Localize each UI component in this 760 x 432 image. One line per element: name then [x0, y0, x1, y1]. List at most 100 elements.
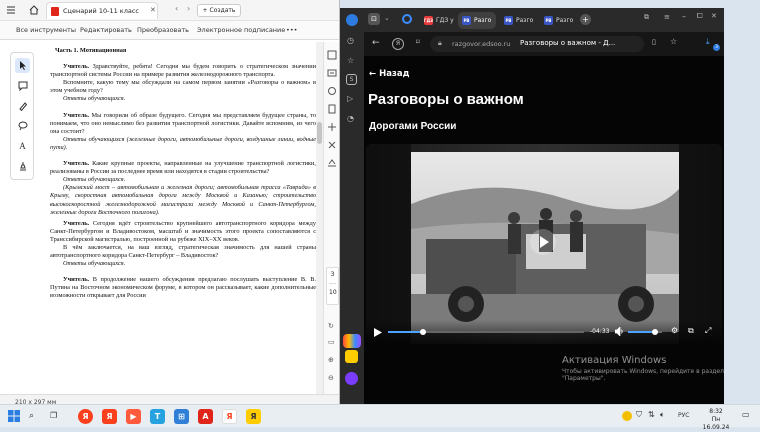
new-tab-button[interactable]: +	[580, 14, 591, 25]
lasso-draw-icon[interactable]	[15, 118, 30, 133]
menu-convert[interactable]: Преобразовать	[137, 26, 189, 34]
alice-icon[interactable]	[346, 14, 358, 26]
dzen-icon[interactable]: S	[346, 74, 357, 85]
notifications-icon[interactable]: ▭	[742, 410, 750, 419]
zoom-out-icon[interactable]: ⊖	[328, 374, 334, 382]
tab-razgovor-3[interactable]: РВ Разго	[540, 12, 576, 29]
vertical-scrollbar[interactable]	[316, 42, 323, 394]
app-taskbar-icon[interactable]: ▶	[126, 409, 141, 424]
reader-mode-icon[interactable]: ▯	[652, 38, 656, 46]
menu-more[interactable]: •••	[286, 26, 298, 34]
side-tool-3-icon[interactable]	[327, 86, 337, 96]
text-tool-icon[interactable]: A	[15, 138, 30, 153]
search-icon[interactable]: ⌕	[29, 411, 34, 421]
menu-esign[interactable]: Электронное подписание	[197, 26, 285, 34]
create-button[interactable]: + Создать	[197, 4, 241, 17]
volume-icon[interactable]	[615, 327, 625, 336]
video-settings-icon[interactable]: ⚙	[671, 326, 678, 335]
volume-track[interactable]	[628, 329, 662, 335]
select-cursor-icon[interactable]	[15, 58, 30, 73]
fullscreen-icon[interactable]: ⤢	[705, 326, 711, 336]
yandex-disk-taskbar-icon[interactable]: Я	[246, 409, 261, 424]
video-player[interactable]: -04:33 ⚙ ⧉ ⤢	[366, 144, 722, 344]
side-tool-4-icon[interactable]	[327, 104, 337, 114]
minimize-icon[interactable]: –	[682, 12, 686, 21]
tray-yellow-icon[interactable]	[622, 411, 632, 421]
highlight-pen-icon[interactable]	[15, 98, 30, 113]
tab-group-icon[interactable]: ⊡	[368, 13, 380, 25]
stamp-tool-icon[interactable]	[15, 158, 30, 173]
clock-icon[interactable]: ◔	[347, 114, 354, 123]
tab-razgovor-2[interactable]: РВ Разго	[500, 12, 536, 29]
messenger-icon[interactable]: ▷	[347, 94, 353, 103]
telegram-taskbar-icon[interactable]: T	[150, 409, 165, 424]
music-icon[interactable]	[345, 372, 358, 385]
maximize-icon[interactable]: ⧠	[697, 12, 703, 21]
language-indicator[interactable]: РУС	[678, 412, 689, 419]
acrobat-taskbar-icon[interactable]: A	[198, 409, 213, 424]
scroll-left-icon[interactable]: ‹	[175, 4, 178, 13]
comment-icon[interactable]	[15, 78, 30, 93]
yandex-mail-taskbar-icon[interactable]: Я	[222, 409, 237, 424]
menu-all-tools[interactable]: Все инструменты	[16, 26, 76, 34]
yandex-browser-taskbar-icon[interactable]: Я	[78, 409, 93, 424]
scroll-right-icon[interactable]: ›	[187, 4, 190, 13]
speaker-icon[interactable]: 🔈︎	[660, 410, 665, 420]
lock-icon: 🔒︎	[438, 39, 442, 47]
tab-gdz[interactable]: ГДЗ ГДЗ у	[420, 12, 456, 29]
document-tab[interactable]: Сценарий 10-11 класс ✕	[46, 2, 158, 19]
page-view-icon[interactable]: ▭	[328, 338, 335, 346]
speaker-label: Учитель.	[63, 160, 90, 168]
picture-in-picture-icon[interactable]: ⧉	[688, 326, 694, 336]
answer-text: Ответы обучающихся (железные дороги, авт…	[50, 135, 316, 151]
network-icon[interactable]: ⇅	[648, 410, 655, 419]
yandex-home-icon[interactable]: Я	[392, 38, 404, 50]
home-icon[interactable]	[28, 4, 40, 16]
task-view-icon[interactable]: ❐	[50, 411, 57, 420]
bookmarks-icon[interactable]: ☆	[347, 56, 354, 65]
tabs-dropdown-icon[interactable]: ⌄	[384, 14, 390, 22]
games-icon[interactable]	[345, 350, 358, 363]
ya-tab-icon[interactable]	[402, 14, 412, 24]
back-link[interactable]: ← Назад	[369, 69, 409, 79]
clock-date: Пн 16.09.24	[702, 416, 730, 431]
yandex-browser-window: ◷ ☆ S ▷ ◔ ⊡ ⌄ ГДЗ ГДЗ у РВ Разго РВ Разг…	[340, 8, 724, 404]
favorite-star-icon[interactable]: ☆	[670, 37, 677, 46]
volume-handle[interactable]	[652, 329, 659, 335]
clock[interactable]: 8:32 Пн 16.09.24	[698, 408, 734, 432]
tab-active[interactable]: РВ Разго	[458, 12, 496, 29]
menu-icon[interactable]	[6, 5, 16, 15]
settings-menu-icon[interactable]: ≡	[664, 13, 670, 21]
tabs-overview-icon[interactable]: ⧉	[644, 13, 649, 22]
video-progress-track[interactable]	[388, 329, 584, 335]
colorful-app-icon[interactable]	[343, 334, 361, 348]
tab-favicon: ГДЗ	[424, 16, 433, 25]
zoom-in-icon[interactable]: ⊕	[328, 356, 334, 364]
start-button-icon[interactable]	[8, 410, 20, 422]
side-tool-2-icon[interactable]	[327, 68, 337, 78]
refresh-icon[interactable]: ↻	[328, 322, 334, 330]
downloads-icon[interactable]: ⤓	[706, 37, 710, 47]
explorer-taskbar-icon[interactable]: ⊞	[174, 409, 189, 424]
play-button[interactable]	[530, 229, 556, 255]
scrollbar-thumb[interactable]	[317, 122, 322, 144]
paragraph-2: Вспомните, какую тему мы обсуждали на са…	[50, 79, 316, 95]
side-tool-5-icon[interactable]	[327, 122, 337, 132]
url-field[interactable]: 🔒︎ razgovor.edsoo.ru Разговоры о важном …	[430, 36, 644, 52]
page-navigator[interactable]: 3 10	[326, 267, 339, 305]
back-arrow-icon[interactable]: ←	[372, 38, 380, 48]
yandex-taskbar-icon[interactable]: Я	[102, 409, 117, 424]
close-window-icon[interactable]: ✕	[711, 12, 717, 20]
video-progress-fill	[388, 331, 424, 333]
side-tool-7-icon[interactable]	[327, 158, 337, 168]
close-tab-icon[interactable]: ✕	[150, 6, 156, 14]
video-progress-handle[interactable]	[420, 329, 427, 335]
tray-shield-icon[interactable]: ⛉	[636, 410, 642, 420]
acrobat-window: Сценарий 10-11 класс ✕ ‹ › + Создать Все …	[0, 0, 340, 410]
menu-edit[interactable]: Редактировать	[80, 26, 132, 34]
history-icon[interactable]: ◷	[347, 36, 354, 45]
bookmark-icon[interactable]: ⌑	[416, 38, 420, 46]
side-tool-1-icon[interactable]	[327, 50, 337, 60]
video-play-icon[interactable]	[374, 328, 382, 337]
side-tool-6-icon[interactable]	[327, 140, 337, 150]
